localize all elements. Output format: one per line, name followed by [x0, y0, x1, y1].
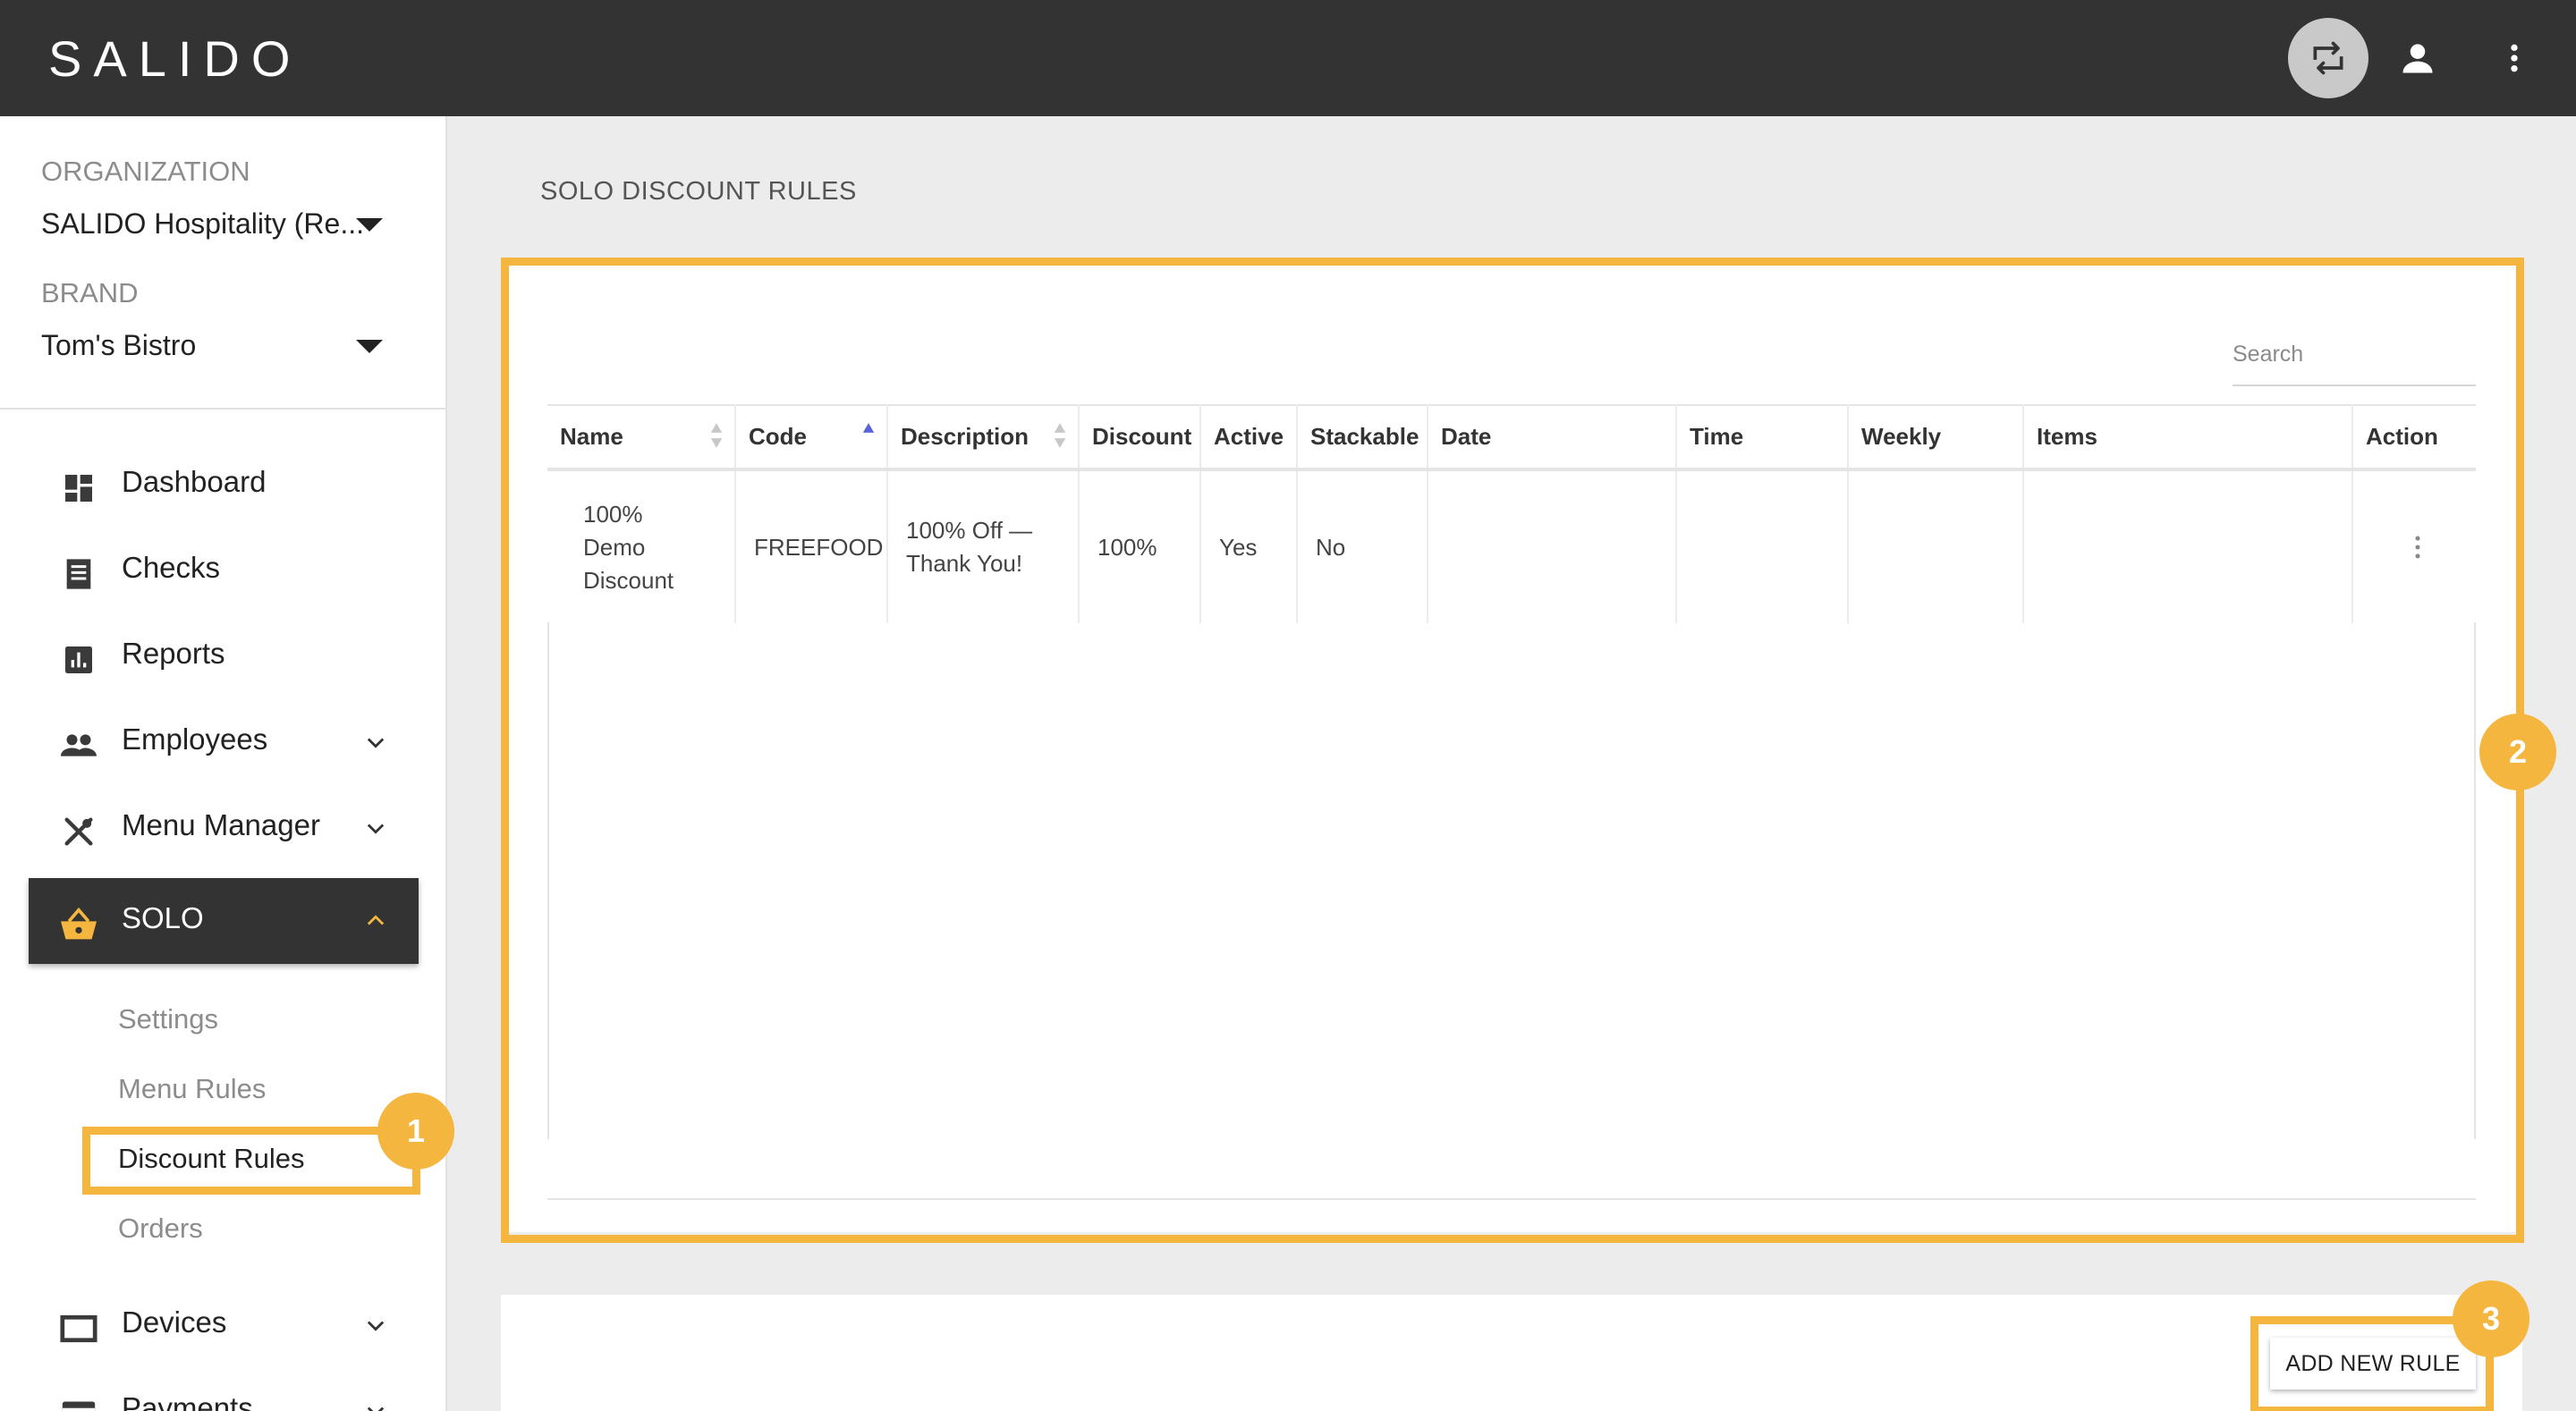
more-vert-icon: [2511, 44, 2518, 72]
highlight-box-discount-rules: [82, 1127, 420, 1195]
callout-badge-2: 2: [2479, 714, 2556, 790]
sidebar-subitem-settings[interactable]: Settings: [118, 1003, 218, 1035]
bar-chart-icon: [59, 642, 98, 678]
sidebar-item-label: Checks: [122, 551, 221, 584]
sidebar-item-solo[interactable]: SOLO: [29, 878, 419, 964]
chevron-down-icon[interactable]: [360, 726, 392, 758]
monitor-icon: [59, 1311, 98, 1347]
brand-label: BRAND: [41, 277, 139, 308]
account-button[interactable]: [2377, 18, 2458, 98]
caret-down-icon[interactable]: [356, 218, 383, 232]
sidebar-item-label: Dashboard: [122, 465, 267, 498]
utensils-icon: [59, 814, 98, 849]
sidebar: ORGANIZATION SALIDO Hospitality (Re... B…: [0, 116, 447, 1411]
sidebar-item-label: Employees: [122, 722, 268, 756]
basket-icon: [59, 907, 98, 942]
sidebar-item-label: Reports: [122, 637, 225, 670]
actions-card: [501, 1295, 2522, 1411]
page-title: SOLO DISCOUNT RULES: [540, 177, 857, 206]
chevron-up-icon[interactable]: [360, 905, 392, 937]
sidebar-item-checks[interactable]: Checks: [29, 528, 419, 613]
sidebar-subitem-orders[interactable]: Orders: [118, 1212, 203, 1245]
callout-badge-3: 3: [2453, 1280, 2529, 1357]
sidebar-item-menu-manager[interactable]: Menu Manager: [29, 785, 419, 871]
chevron-down-icon[interactable]: [360, 1309, 392, 1341]
sidebar-subitem-menu-rules[interactable]: Menu Rules: [118, 1073, 266, 1105]
salido-logo[interactable]: SALIDO: [48, 32, 301, 86]
card-icon: [59, 1397, 98, 1411]
sidebar-item-employees[interactable]: Employees: [29, 699, 419, 785]
organization-label: ORGANIZATION: [41, 156, 250, 187]
highlight-box-table: [501, 258, 2524, 1243]
dashboard-icon: [59, 470, 98, 506]
sidebar-item-label: SOLO: [122, 901, 204, 934]
brand-select[interactable]: Tom's Bistro: [41, 329, 196, 362]
sidebar-item-reports[interactable]: Reports: [29, 613, 419, 699]
sidebar-item-label: Devices: [122, 1305, 227, 1339]
caret-down-icon[interactable]: [356, 340, 383, 353]
organization-select[interactable]: SALIDO Hospitality (Re...: [41, 207, 364, 241]
sidebar-item-dashboard[interactable]: Dashboard: [29, 442, 419, 528]
account-icon: [2402, 44, 2433, 73]
sidebar-item-label: Payments: [122, 1391, 253, 1411]
callout-badge-1: 1: [377, 1093, 454, 1170]
sidebar-divider: [0, 408, 447, 410]
receipt-icon: [59, 556, 98, 592]
sidebar-item-payments[interactable]: Payments: [29, 1368, 419, 1411]
swap-button[interactable]: [2288, 18, 2368, 98]
people-icon: [59, 728, 98, 764]
swap-icon: [2313, 41, 2343, 75]
sidebar-item-devices[interactable]: Devices: [29, 1282, 419, 1368]
sidebar-item-label: Menu Manager: [122, 808, 320, 841]
chevron-down-icon[interactable]: [360, 1395, 392, 1411]
more-menu-button[interactable]: [2474, 18, 2555, 98]
top-bar: SALIDO: [0, 0, 2576, 116]
chevron-down-icon[interactable]: [360, 812, 392, 844]
